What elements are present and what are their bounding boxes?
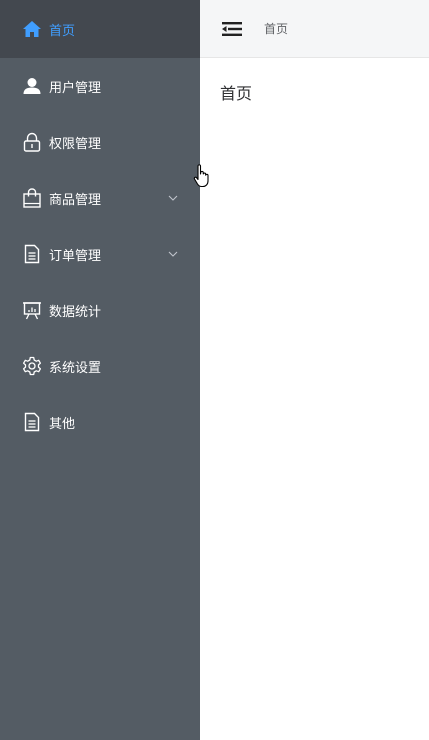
- sidebar-item-label: 系统设置: [49, 360, 102, 376]
- gear-icon: [21, 355, 43, 377]
- collapse-menu-icon[interactable]: [222, 21, 242, 37]
- document-icon: [21, 243, 43, 265]
- document-icon: [21, 411, 43, 433]
- sidebar-item-label: 数据统计: [49, 304, 102, 320]
- user-icon: [21, 75, 43, 97]
- home-icon: [21, 18, 43, 40]
- hand-cursor-icon: [193, 164, 209, 188]
- sidebar-item-label: 其他: [49, 416, 76, 432]
- sidebar-item-label: 订单管理: [49, 248, 102, 264]
- sidebar-item-others[interactable]: 其他: [0, 394, 200, 450]
- sidebar-item-home[interactable]: 首页: [0, 0, 200, 58]
- sidebar-item-label: 权限管理: [49, 136, 102, 152]
- sidebar-item-products[interactable]: 商品管理: [0, 170, 200, 226]
- page-title: 首页: [220, 84, 253, 103]
- sidebar-item-users[interactable]: 用户管理: [0, 58, 200, 114]
- sidebar-item-label: 用户管理: [49, 80, 102, 96]
- presentation-board-icon: [21, 299, 43, 321]
- sidebar-item-label: 商品管理: [49, 192, 102, 208]
- sidebar-item-label: 首页: [49, 23, 76, 39]
- shopping-bag-icon: [21, 187, 43, 209]
- chevron-down-icon: [168, 250, 178, 258]
- sidebar-item-orders[interactable]: 订单管理: [0, 226, 200, 282]
- main-content: 首页: [200, 58, 429, 740]
- breadcrumb[interactable]: 首页: [264, 20, 288, 37]
- sidebar-item-settings[interactable]: 系统设置: [0, 338, 200, 394]
- sidebar-item-permissions[interactable]: 权限管理: [0, 114, 200, 170]
- sidebar-item-statistics[interactable]: 数据统计: [0, 282, 200, 338]
- lock-icon: [21, 131, 43, 153]
- chevron-down-icon: [168, 194, 178, 202]
- top-header: 首页: [200, 0, 429, 58]
- sidebar-menu: 首页 用户管理 权限管理 商品管理 订单管理 数据统计 系统设置 其他: [0, 0, 200, 740]
